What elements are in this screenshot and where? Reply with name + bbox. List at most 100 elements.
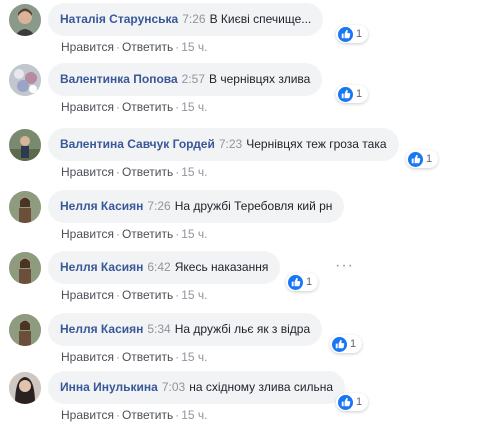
avatar[interactable] [9, 191, 41, 223]
comment-time: 7:03 [161, 380, 186, 394]
comment-item: Валентинка Попова 2:57 В чернівцях злива 1… [0, 60, 489, 120]
reaction-badge[interactable]: 1 [336, 393, 369, 411]
more-options-icon[interactable]: ··· [335, 251, 354, 284]
reaction-badge[interactable]: 1 [336, 25, 369, 43]
comment-text: В Києві спечище... [209, 12, 312, 26]
reaction-badge[interactable]: 1 [336, 85, 369, 103]
like-link[interactable]: Нравится [61, 408, 114, 422]
avatar[interactable] [9, 372, 41, 404]
comment-actions: Нравится · Ответить · 15 ч. [61, 408, 208, 422]
like-link[interactable]: Нравится [61, 40, 114, 54]
comment-age[interactable]: 15 ч. [181, 100, 207, 114]
comment-bubble: Наталія Старунська 7:26 В Києві спечище... [48, 3, 324, 36]
like-link[interactable]: Нравится [61, 350, 114, 364]
like-icon [288, 274, 303, 290]
separator-dot: · [115, 40, 120, 54]
comment-bubble: Инна Инулькина 7:03 на східному злива силь… [48, 371, 346, 404]
comment-time: 7:26 [182, 12, 206, 26]
avatar[interactable] [9, 314, 41, 346]
comment-text: В чернівцях злива [209, 72, 311, 86]
comment-text: Якесь наказання [174, 260, 269, 274]
like-link[interactable]: Нравится [61, 288, 114, 302]
like-link[interactable]: Нравится [61, 227, 114, 241]
reply-link[interactable]: Ответить [122, 408, 173, 422]
comment-text: Чернівцях теж гроза така [246, 137, 387, 151]
comment-text: На дружбі льє як з відра [174, 322, 311, 336]
comment-author[interactable]: Нелля Касиян [60, 260, 143, 274]
like-link[interactable]: Нравится [61, 100, 114, 114]
comment-age[interactable]: 15 ч. [181, 288, 207, 302]
comment-time: 5:34 [147, 322, 171, 336]
reply-link[interactable]: Ответить [122, 288, 173, 302]
reaction-count: 1 [356, 396, 363, 408]
comment-item: Наталія Старунська 7:26 В Києві спечище...… [0, 0, 489, 60]
avatar[interactable] [9, 4, 41, 36]
comment-actions: Нравится · Ответить · 15 ч. [61, 100, 208, 114]
comment-author[interactable]: Валентинка Попова [60, 72, 178, 86]
comment-bubble: Валентина Савчук Гордей 7:23 Чернівцях теж… [48, 128, 399, 161]
reaction-count: 1 [426, 153, 433, 165]
separator-dot: · [175, 40, 180, 54]
reaction-count: 1 [350, 338, 357, 350]
comment-time: 7:23 [218, 137, 243, 151]
comment-actions: Нравится · Ответить · 15 ч. [61, 350, 208, 364]
reaction-count: 1 [356, 28, 363, 40]
separator-dot: · [175, 288, 180, 302]
comment-bubble: Валентинка Попова 2:57 В чернівцях злива [48, 63, 323, 96]
separator-dot: · [115, 350, 120, 364]
like-icon [408, 151, 423, 167]
reply-link[interactable]: Ответить [122, 40, 173, 54]
comment-item: Нелля Касиян 5:34 На дружбі льє як з відра… [0, 310, 489, 370]
reaction-badge[interactable]: 1 [330, 335, 363, 353]
comment-age[interactable]: 15 ч. [181, 165, 207, 179]
comment-item: Нелля Касиян 7:26 На дружбі Теребовля кий … [0, 187, 489, 247]
avatar[interactable] [9, 64, 41, 96]
comment-time: 7:26 [147, 199, 171, 213]
separator-dot: · [175, 100, 180, 114]
reaction-count: 1 [306, 276, 313, 288]
comment-age[interactable]: 15 ч. [181, 350, 207, 364]
avatar[interactable] [9, 129, 41, 161]
separator-dot: · [115, 165, 120, 179]
reply-link[interactable]: Ответить [122, 350, 173, 364]
comment-actions: Нравится · Ответить · 15 ч. [61, 165, 208, 179]
comment-item: Валентина Савчук Гордей 7:23 Чернівцях теж… [0, 125, 489, 185]
comment-actions: Нравится · Ответить · 15 ч. [61, 227, 208, 241]
comment-bubble: Нелля Касиян 6:42 Якесь наказання [48, 251, 281, 284]
reaction-badge[interactable]: 1 [286, 273, 319, 291]
like-link[interactable]: Нравится [61, 165, 114, 179]
comment-time: 2:57 [181, 72, 206, 86]
reaction-badge[interactable]: 1 [406, 150, 439, 168]
separator-dot: · [175, 408, 180, 422]
comment-author[interactable]: Валентина Савчук Гордей [60, 137, 215, 151]
reply-link[interactable]: Ответить [122, 100, 173, 114]
like-icon [338, 26, 353, 42]
comment-author[interactable]: Нелля Касиян [60, 322, 143, 336]
separator-dot: · [115, 227, 120, 241]
like-icon [338, 394, 353, 410]
comment-actions: Нравится · Ответить · 15 ч. [61, 288, 208, 302]
comment-text: на східному злива сильна [189, 380, 334, 394]
comment-age[interactable]: 15 ч. [181, 227, 207, 241]
comment-author[interactable]: Наталія Старунська [60, 12, 178, 26]
separator-dot: · [175, 227, 180, 241]
reply-link[interactable]: Ответить [122, 165, 173, 179]
reaction-count: 1 [356, 88, 363, 100]
comment-text: На дружбі Теребовля кий рн [174, 199, 333, 213]
comment-actions: Нравится · Ответить · 15 ч. [61, 40, 208, 54]
comment-author[interactable]: Нелля Касиян [60, 199, 143, 213]
comment-item: Инна Инулькина 7:03 на східному злива силь… [0, 368, 489, 428]
like-icon [338, 86, 353, 102]
avatar[interactable] [9, 252, 41, 284]
reply-link[interactable]: Ответить [122, 227, 173, 241]
separator-dot: · [175, 350, 180, 364]
comment-age[interactable]: 15 ч. [181, 40, 207, 54]
comment-item: Нелля Касиян 6:42 Якесь наказання 1 ··· Нр… [0, 248, 489, 308]
like-icon [332, 336, 347, 352]
separator-dot: · [115, 288, 120, 302]
comment-bubble: Нелля Касиян 5:34 На дружбі льє як з відра [48, 313, 323, 346]
comment-age[interactable]: 15 ч. [181, 408, 207, 422]
separator-dot: · [115, 100, 120, 114]
comment-author[interactable]: Инна Инулькина [60, 380, 158, 394]
separator-dot: · [115, 408, 120, 422]
